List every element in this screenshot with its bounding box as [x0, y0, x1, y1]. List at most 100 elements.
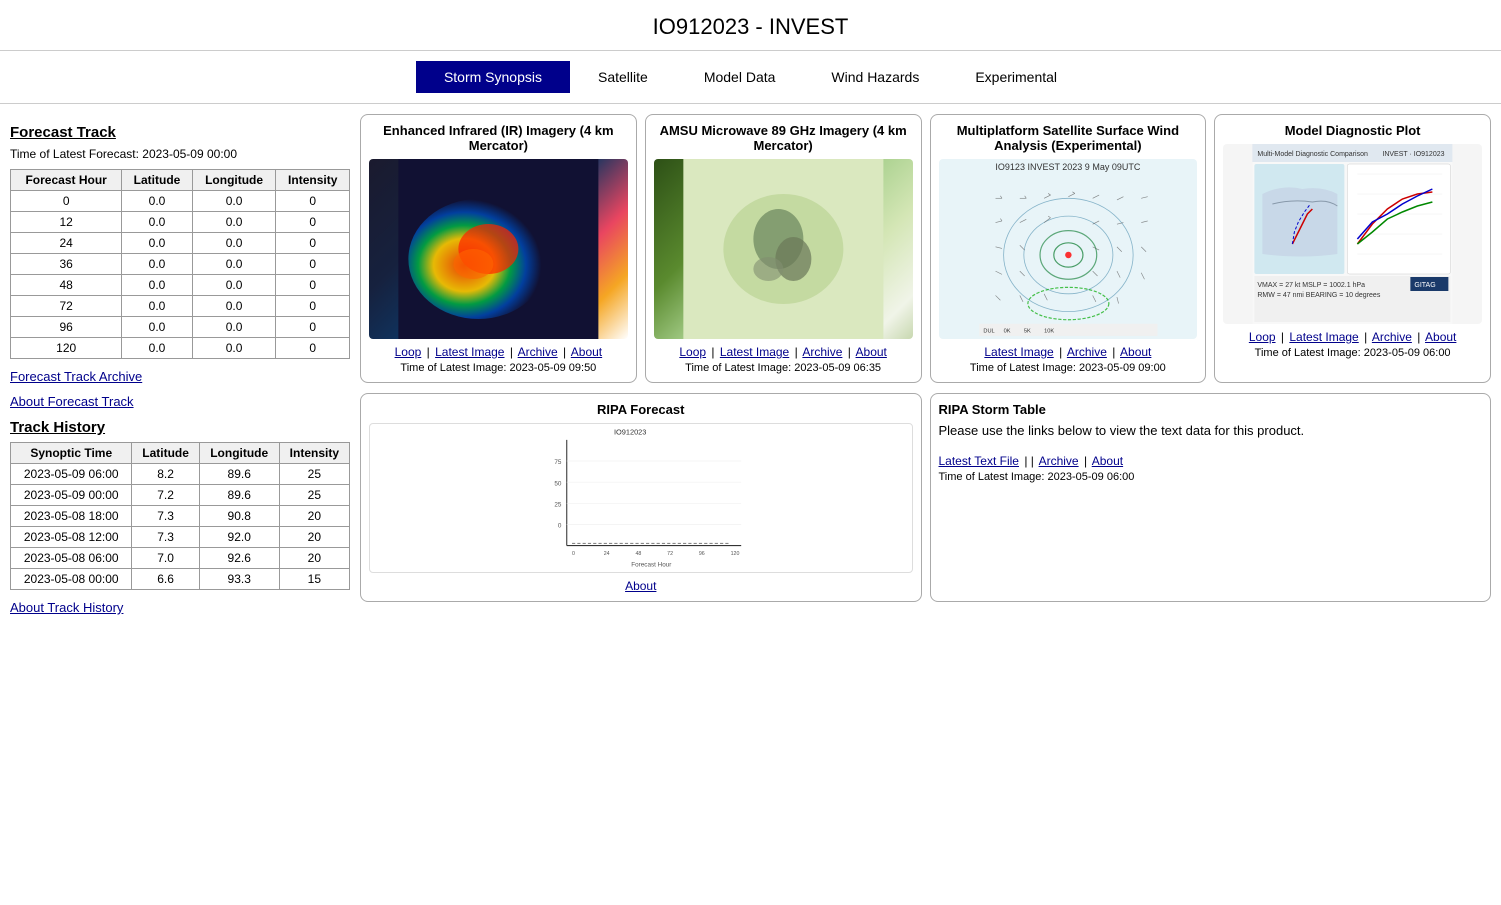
wind-archive-link[interactable]: Archive — [1067, 345, 1107, 359]
svg-text:0: 0 — [572, 551, 575, 557]
card-ripa-about-link-section: About — [625, 579, 656, 593]
card-ripa-storm: RIPA Storm Table Please use the links be… — [930, 393, 1492, 602]
svg-text:75: 75 — [554, 459, 562, 466]
svg-text:72: 72 — [667, 551, 673, 557]
ir-about-link[interactable]: About — [571, 345, 602, 359]
card-enhanced-ir-links: Loop | Latest Image | Archive | About — [395, 345, 603, 359]
tab-experimental[interactable]: Experimental — [947, 61, 1085, 93]
table-row: 240.00.00 — [11, 233, 350, 254]
about-forecast-link-section: About Forecast Track — [10, 394, 350, 409]
svg-text:GITAG: GITAG — [1415, 282, 1436, 289]
tab-wind-hazards[interactable]: Wind Hazards — [803, 61, 947, 93]
svg-text:24: 24 — [604, 551, 610, 557]
card-wind-links: Latest Image | Archive | About — [984, 345, 1151, 359]
amsu-loop-link[interactable]: Loop — [679, 345, 706, 359]
card-amsu-image — [654, 159, 913, 339]
svg-text:Multi-Model Diagnostic Compari: Multi-Model Diagnostic Comparison — [1258, 151, 1369, 158]
svg-text:25: 25 — [554, 501, 562, 508]
model-latest-link[interactable]: Latest Image — [1289, 330, 1358, 344]
wind-about-link[interactable]: About — [1120, 345, 1151, 359]
table-row: 480.00.00 — [11, 275, 350, 296]
col-lon-hist: Longitude — [199, 443, 279, 464]
svg-text:5K: 5K — [1023, 329, 1030, 335]
svg-text:IO912023: IO912023 — [614, 428, 646, 437]
card-enhanced-ir-image — [369, 159, 628, 339]
card-amsu-time: Time of Latest Image: 2023-05-09 06:35 — [685, 362, 881, 374]
ripa-storm-about-link[interactable]: About — [1092, 454, 1123, 468]
card-enhanced-ir-time: Time of Latest Image: 2023-05-09 09:50 — [400, 362, 596, 374]
forecast-track-title: Forecast Track — [10, 124, 350, 141]
ripa-storm-archive-link[interactable]: Archive — [1039, 454, 1079, 468]
card-model-image: Multi-Model Diagnostic Comparison INVEST… — [1223, 144, 1482, 324]
svg-text:RMW = 47 nmi BEARING = 10 degr: RMW = 47 nmi BEARING = 10 degrees — [1258, 292, 1381, 299]
model-archive-link[interactable]: Archive — [1372, 330, 1412, 344]
card-ripa-storm-title: RIPA Storm Table — [939, 402, 1046, 417]
table-row: 2023-05-08 18:007.390.820 — [11, 506, 350, 527]
amsu-latest-link[interactable]: Latest Image — [720, 345, 789, 359]
model-about-link[interactable]: About — [1425, 330, 1456, 344]
ir-latest-link[interactable]: Latest Image — [435, 345, 504, 359]
card-wind-image: IO9123 INVEST 2023 9 May 09UTC — [939, 159, 1198, 339]
table-row: 00.00.00 — [11, 191, 350, 212]
track-history-table: Synoptic Time Latitude Longitude Intensi… — [10, 442, 350, 590]
card-wind-time: Time of Latest Image: 2023-05-09 09:00 — [970, 362, 1166, 374]
tab-model-data[interactable]: Model Data — [676, 61, 804, 93]
table-row: 2023-05-08 06:007.092.620 — [11, 548, 350, 569]
col-forecast-hour: Forecast Hour — [11, 170, 122, 191]
svg-text:0K: 0K — [1003, 329, 1010, 335]
about-track-history-link-section: About Track History — [10, 600, 350, 615]
card-model-diag: Model Diagnostic Plot Multi-Model Diagno… — [1214, 114, 1491, 383]
svg-text:120: 120 — [731, 551, 740, 557]
table-row: 2023-05-09 06:008.289.625 — [11, 464, 350, 485]
tab-satellite[interactable]: Satellite — [570, 61, 676, 93]
table-row: 120.00.00 — [11, 212, 350, 233]
ripa-storm-latest-link[interactable]: Latest Text File — [939, 454, 1019, 468]
table-row: 2023-05-09 00:007.289.625 — [11, 485, 350, 506]
card-ripa-storm-links: Latest Text File | | Archive | About — [939, 454, 1124, 468]
table-row: 960.00.00 — [11, 317, 350, 338]
top-cards-row: Enhanced Infrared (IR) Imagery (4 km Mer… — [360, 114, 1491, 383]
card-model-links: Loop | Latest Image | Archive | About — [1249, 330, 1457, 344]
ripa-about-link[interactable]: About — [625, 579, 656, 593]
forecast-track-archive-link[interactable]: Forecast Track Archive — [10, 369, 142, 384]
card-wind-title: Multiplatform Satellite Surface Wind Ana… — [939, 123, 1198, 153]
svg-text:96: 96 — [699, 551, 705, 557]
forecast-archive-link-section: Forecast Track Archive — [10, 369, 350, 384]
svg-text:50: 50 — [554, 480, 562, 487]
amsu-about-link[interactable]: About — [856, 345, 887, 359]
card-enhanced-ir: Enhanced Infrared (IR) Imagery (4 km Mer… — [360, 114, 637, 383]
table-row: 2023-05-08 12:007.392.020 — [11, 527, 350, 548]
forecast-track-time: Time of Latest Forecast: 2023-05-09 00:0… — [10, 147, 350, 161]
ripa-storm-body: Please use the links below to view the t… — [939, 423, 1305, 438]
table-row: 1200.00.00 — [11, 338, 350, 359]
forecast-track-table: Forecast Hour Latitude Longitude Intensi… — [10, 169, 350, 359]
model-loop-link[interactable]: Loop — [1249, 330, 1276, 344]
col-latitude: Latitude — [122, 170, 192, 191]
right-panel: Enhanced Infrared (IR) Imagery (4 km Mer… — [360, 114, 1491, 619]
card-amsu: AMSU Microwave 89 GHz Imagery (4 km Merc… — [645, 114, 922, 383]
track-history-title: Track History — [10, 419, 350, 436]
svg-text:48: 48 — [635, 551, 641, 557]
table-row: 360.00.00 — [11, 254, 350, 275]
col-intensity: Intensity — [276, 170, 350, 191]
col-longitude: Longitude — [192, 170, 276, 191]
about-forecast-track-link[interactable]: About Forecast Track — [10, 394, 134, 409]
svg-text:10K: 10K — [1044, 329, 1054, 335]
svg-text:VMAX = 27 kt MSLP = 1002.1 hPa: VMAX = 27 kt MSLP = 1002.1 hPa — [1258, 282, 1366, 289]
svg-text:0: 0 — [558, 523, 562, 530]
card-model-time: Time of Latest Image: 2023-05-09 06:00 — [1255, 347, 1451, 359]
card-ripa-image: IO912023 0 25 50 75 — [369, 423, 913, 573]
ir-loop-link[interactable]: Loop — [395, 345, 422, 359]
left-panel: Forecast Track Time of Latest Forecast: … — [10, 114, 350, 619]
card-ripa-forecast: RIPA Forecast IO912023 — [360, 393, 922, 602]
card-amsu-links: Loop | Latest Image | Archive | About — [679, 345, 887, 359]
table-row: 720.00.00 — [11, 296, 350, 317]
col-int-hist: Intensity — [279, 443, 349, 464]
about-track-history-link[interactable]: About Track History — [10, 600, 123, 615]
tab-storm-synopsis[interactable]: Storm Synopsis — [416, 61, 570, 93]
wind-latest-link[interactable]: Latest Image — [984, 345, 1053, 359]
page-title: IO912023 - INVEST — [0, 0, 1501, 51]
amsu-archive-link[interactable]: Archive — [802, 345, 842, 359]
bottom-cards-row: RIPA Forecast IO912023 — [360, 393, 1491, 602]
ir-archive-link[interactable]: Archive — [518, 345, 558, 359]
